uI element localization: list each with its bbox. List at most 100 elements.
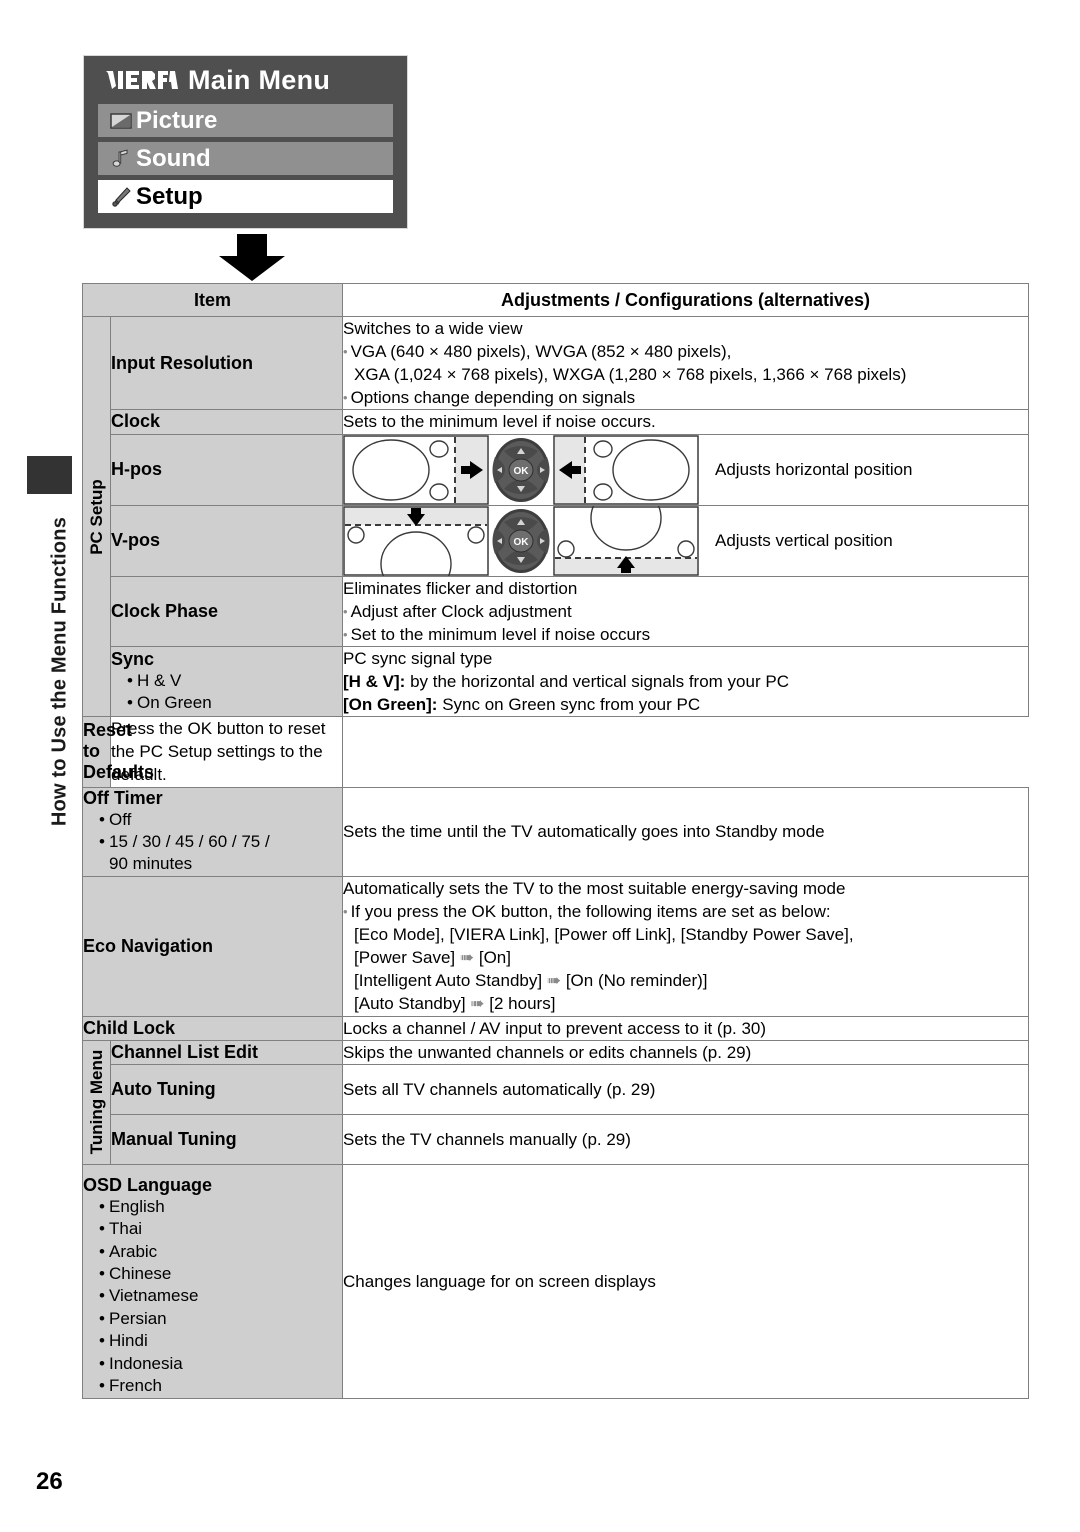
sync-option: • On Green (127, 693, 212, 713)
table-row: Sync • H & V • On Green PC sync signal typ… (83, 645, 1030, 718)
table-row: Manual Tuning Sets the TV channels manua… (83, 1113, 1030, 1165)
row-item-reset-to-defaults: Reset to Defaults (82, 716, 154, 788)
row-item-label: Sync (111, 648, 155, 669)
menu-item-picture[interactable]: Picture (98, 104, 393, 137)
menu-item-label: Picture (136, 106, 218, 134)
osd-language-option-label: Arabic (109, 1241, 158, 1261)
row-desc-child-lock: Locks a channel / AV input to prevent ac… (342, 1015, 1030, 1041)
desc-line: [Power Save] ➠ [On] (343, 946, 1028, 969)
right-arrow-icon: ➠ (470, 994, 485, 1014)
desc-line: Automatically sets the TV to the most su… (343, 878, 846, 898)
off-timer-option: • Off (99, 809, 132, 829)
osd-language-option-label: Vietnamese (109, 1286, 199, 1306)
sync-option-label: H & V (137, 670, 182, 690)
page-number: 26 (36, 1468, 63, 1495)
row-item-label: OSD Language (83, 1174, 213, 1195)
row-desc-clock: Sets to the minimum level if noise occur… (342, 409, 1030, 435)
osd-language-option-label: Thai (109, 1219, 143, 1239)
row-item-osd-language: OSD Language • English • Thai • Arabic • Chines… (81, 1163, 344, 1399)
osd-language-options: • English • Thai • Arabic • Chinese • Vietnamese •… (83, 1196, 342, 1398)
sync-option-label: On Green (137, 693, 212, 713)
right-arrow-icon: ➠ (546, 971, 562, 991)
row-desc-h-pos: OK Adjusts horizontal position (342, 433, 1030, 506)
off-timer-option-label: Off (109, 809, 132, 829)
table-row: Eco Navigation Automatically sets the TV… (81, 875, 1030, 1017)
table-row: Clock Phase Eliminates flicker and disto… (83, 575, 1030, 647)
table-row: Clock Sets to the minimum level if noise… (83, 409, 1030, 435)
table-row: Tuning Menu Channel List Edit Skips the … (82, 1039, 1030, 1165)
row-desc-input-resolution: Switches to a wide view VGA (640 × 480 p… (342, 315, 1030, 411)
osd-language-option: • English (99, 1196, 165, 1216)
menu-item-label: Setup (136, 182, 203, 210)
table-row: PC Setup Input Resolution Switches to a … (82, 315, 1030, 718)
osd-language-option-label: Chinese (109, 1264, 172, 1284)
group-label-text: PC Setup (86, 478, 106, 555)
row-desc-channel-list-edit: Skips the unwanted channels or edits cha… (342, 1039, 1030, 1065)
row-desc-v-pos: OK Adjusts vertical position (342, 504, 1030, 577)
desc-bullet: VGA (640 × 480 pixels), WVGA (852 × 480 … (343, 340, 1028, 363)
row-item-clock-phase: Clock Phase (109, 575, 344, 647)
sound-note-icon (106, 149, 136, 169)
setup-wrench-icon (106, 186, 136, 207)
desc-line: [Eco Mode], [VIERA Link], [Power off Lin… (354, 925, 854, 945)
menu-title-text: Main Menu (188, 64, 331, 95)
row-desc-osd-language: Changes language for on screen displays (342, 1163, 1030, 1399)
desc-line: by the horizontal and vertical signals f… (405, 671, 789, 691)
sync-option: • H & V (127, 670, 182, 690)
svg-text:OK: OK (514, 537, 530, 548)
osd-language-option: • Thai (99, 1219, 143, 1239)
desc-strong: [On Green]: (343, 695, 438, 715)
table-row: Child Lock Locks a channel / AV input to… (81, 1015, 1030, 1041)
row-desc-sync: PC sync signal type [H & V]: by the hori… (342, 645, 1030, 718)
desc-line: PC sync signal type (343, 648, 493, 668)
desc-strong: [H & V]: (343, 671, 406, 691)
osd-language-option: • Hindi (99, 1331, 148, 1351)
table-row: Reset to Defaults Press the OK button to… (82, 716, 1029, 788)
row-item-input-resolution: Input Resolution (109, 315, 344, 411)
row-item-auto-tuning: Auto Tuning (109, 1063, 344, 1115)
column-header-item: Item (81, 283, 344, 317)
menu-panel-title: Main Menu (84, 56, 407, 104)
osd-language-option-label: Indonesia (109, 1353, 183, 1373)
osd-language-option-label: Persian (109, 1308, 167, 1328)
osd-language-option: • Indonesia (99, 1353, 183, 1373)
down-arrow-icon (215, 234, 289, 287)
table-row: H-pos OK Adjusts horizontal position (83, 433, 1030, 506)
row-desc-off-timer: Sets the time until the TV automatically… (342, 786, 1030, 877)
row-item-v-pos: V-pos (109, 504, 344, 577)
desc-part: [Auto Standby] (354, 994, 466, 1014)
menu-item-sound[interactable]: Sound (98, 142, 393, 175)
desc-line: Eliminates flicker and distortion (343, 578, 578, 598)
sidebar-vertical-label: How to Use the Menu Functions (48, 516, 71, 827)
h-pos-before-diagram (343, 434, 489, 505)
group-label-pc-setup: PC Setup (82, 315, 111, 718)
v-pos-after-diagram (553, 505, 699, 576)
osd-language-option: • Arabic (99, 1241, 158, 1261)
row-desc-v-pos-text: Adjusts vertical position (715, 530, 893, 550)
row-item-sync: Sync • H & V • On Green (109, 645, 344, 718)
row-item-label: Off Timer (83, 787, 163, 808)
osd-language-option-label: Hindi (109, 1331, 148, 1351)
desc-line: XGA (1,024 × 768 pixels), WXGA (1,280 × … (354, 365, 907, 385)
row-item-eco-navigation: Eco Navigation (81, 875, 344, 1017)
viera-main-menu-panel: Main Menu Picture Sound Setup (83, 55, 408, 229)
row-desc-h-pos-text: Adjusts horizontal position (715, 459, 913, 479)
row-desc-reset-to-defaults: Press the OK button to reset the PC Setu… (109, 716, 344, 788)
row-desc-clock-phase: Eliminates flicker and distortion Adjust… (342, 575, 1030, 647)
h-pos-after-diagram (553, 434, 699, 505)
osd-language-option-label: French (109, 1376, 162, 1396)
table-row: OSD Language • English • Thai • Arabic • Chines… (81, 1163, 1030, 1399)
row-item-off-timer: Off Timer • Off • 15 / 30 / 45 / 60 / 75 /… (81, 786, 344, 877)
group-label-text: Tuning Menu (86, 1049, 106, 1155)
desc-part: [On (No reminder)] (565, 971, 708, 991)
table-header-row: Item Adjustments / Configurations (alter… (81, 283, 1030, 317)
osd-language-option: • Persian (99, 1308, 167, 1328)
dpad-ok-icon: OK (492, 437, 550, 502)
table-row: Auto Tuning Sets all TV channels automat… (83, 1063, 1030, 1115)
menu-item-setup[interactable]: Setup (98, 180, 393, 213)
osd-language-option: • Vietnamese (99, 1286, 199, 1306)
picture-icon (106, 112, 136, 129)
column-header-adjustments: Adjustments / Configurations (alternativ… (342, 283, 1030, 317)
right-arrow-icon: ➠ (459, 948, 475, 968)
row-desc-auto-tuning: Sets all TV channels automatically (p. 2… (342, 1063, 1030, 1115)
